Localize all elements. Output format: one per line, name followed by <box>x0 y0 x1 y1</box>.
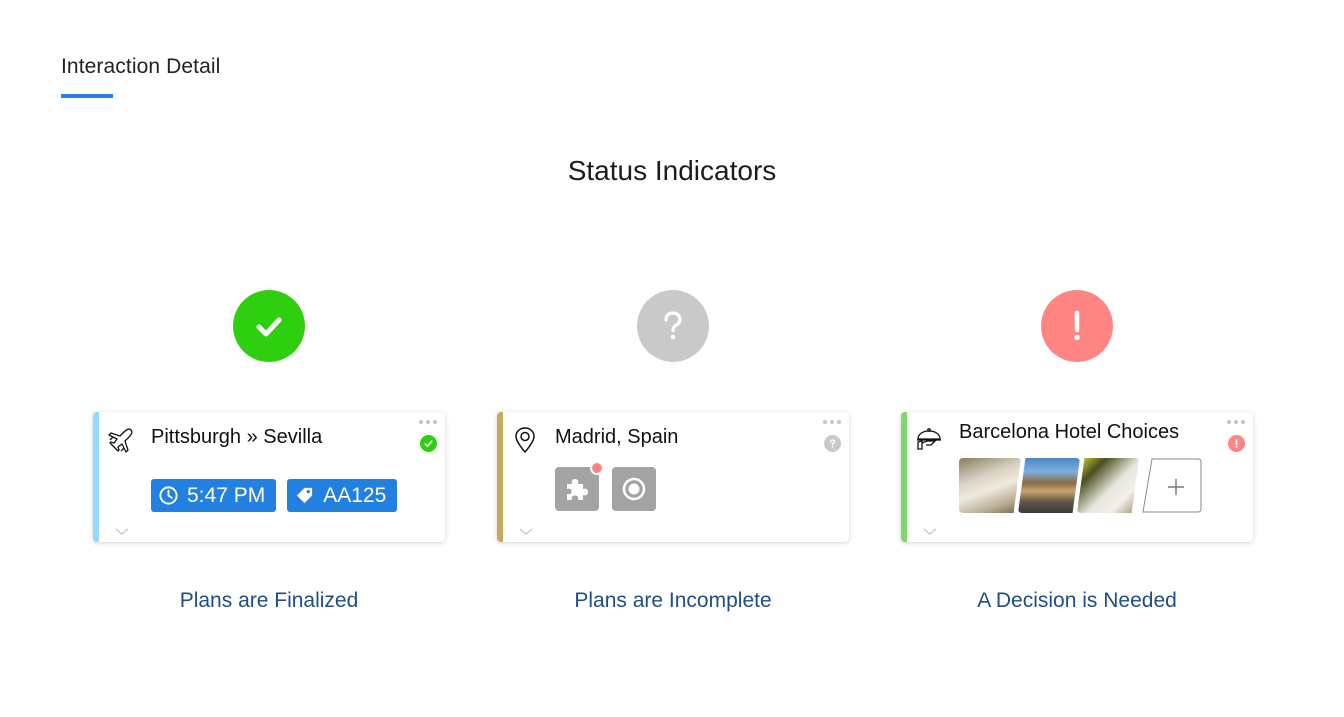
chevron-down-icon[interactable] <box>519 528 533 536</box>
tag-label: AA125 <box>323 483 387 507</box>
card-title: Pittsburgh » Sevilla <box>151 426 323 448</box>
status-caption: Plans are Finalized <box>179 589 359 612</box>
exclamation-icon <box>1235 439 1238 448</box>
check-icon <box>256 317 282 337</box>
card-stripe <box>93 412 99 542</box>
mini-status-incomplete <box>824 435 841 452</box>
card-stripe <box>497 412 503 542</box>
status-column-finalized: Pittsburgh » Sevilla 5:47 PM AA125 Plans… <box>93 290 445 612</box>
check-icon <box>424 440 433 448</box>
tag-label: 5:47 PM <box>187 483 266 507</box>
card-stripe <box>901 412 907 542</box>
status-caption: Plans are Incomplete <box>574 589 772 612</box>
page-title: Interaction Detail <box>61 55 221 78</box>
alert-dot <box>590 461 604 475</box>
airplane-icon <box>108 428 133 453</box>
more-options-button[interactable] <box>1227 420 1245 424</box>
status-badge-finalized <box>233 290 305 362</box>
mini-status-finalized <box>420 435 437 452</box>
title-underline <box>61 94 113 98</box>
status-caption: A Decision is Needed <box>977 589 1177 612</box>
hotel-photo-strip <box>959 458 1202 513</box>
clock-icon <box>159 486 178 505</box>
flight-number-tag[interactable]: AA125 <box>287 479 398 512</box>
card-title: Barcelona Hotel Choices <box>959 421 1180 443</box>
trip-card-hotel[interactable]: Barcelona Hotel Choices <box>901 412 1253 542</box>
status-column-decision: Barcelona Hotel Choices A Decision is Ne… <box>901 290 1253 612</box>
status-badge-incomplete <box>637 290 709 362</box>
section-title: Status Indicators <box>567 155 777 186</box>
chevron-down-icon[interactable] <box>115 528 129 536</box>
mini-status-decision <box>1228 435 1245 452</box>
map-pin-icon <box>515 427 535 454</box>
departure-time-tag[interactable]: 5:47 PM <box>151 479 277 512</box>
hotel-service-icon <box>917 428 941 450</box>
addon-list <box>555 461 656 511</box>
puzzle-icon <box>567 479 588 500</box>
card-title: Madrid, Spain <box>555 426 679 448</box>
add-option-button[interactable] <box>1142 458 1202 513</box>
more-options-button[interactable] <box>823 420 841 424</box>
chevron-down-icon[interactable] <box>923 528 937 536</box>
more-options-button[interactable] <box>419 420 437 424</box>
plus-icon <box>1142 458 1202 513</box>
hotel-bedroom-photo[interactable] <box>959 458 1021 513</box>
status-column-incomplete: Madrid, Spain Plans are Incomplete <box>497 290 849 612</box>
hotel-rooftop-photo[interactable] <box>1018 458 1080 513</box>
trip-card-destination[interactable]: Madrid, Spain <box>497 412 849 542</box>
question-icon <box>664 311 682 340</box>
trip-card-flight[interactable]: Pittsburgh » Sevilla 5:47 PM AA125 <box>93 412 445 542</box>
hotel-room-photo[interactable] <box>1077 458 1139 513</box>
exclamation-icon <box>1074 310 1080 341</box>
question-icon <box>829 439 836 448</box>
addon-target[interactable] <box>612 467 656 511</box>
flight-tags: 5:47 PM AA125 <box>151 479 398 512</box>
addon-puzzle[interactable] <box>555 461 604 511</box>
tag-icon <box>297 487 313 504</box>
page-header: Interaction Detail <box>61 55 221 98</box>
status-badge-decision <box>1041 290 1113 362</box>
radio-target-icon <box>622 477 646 501</box>
